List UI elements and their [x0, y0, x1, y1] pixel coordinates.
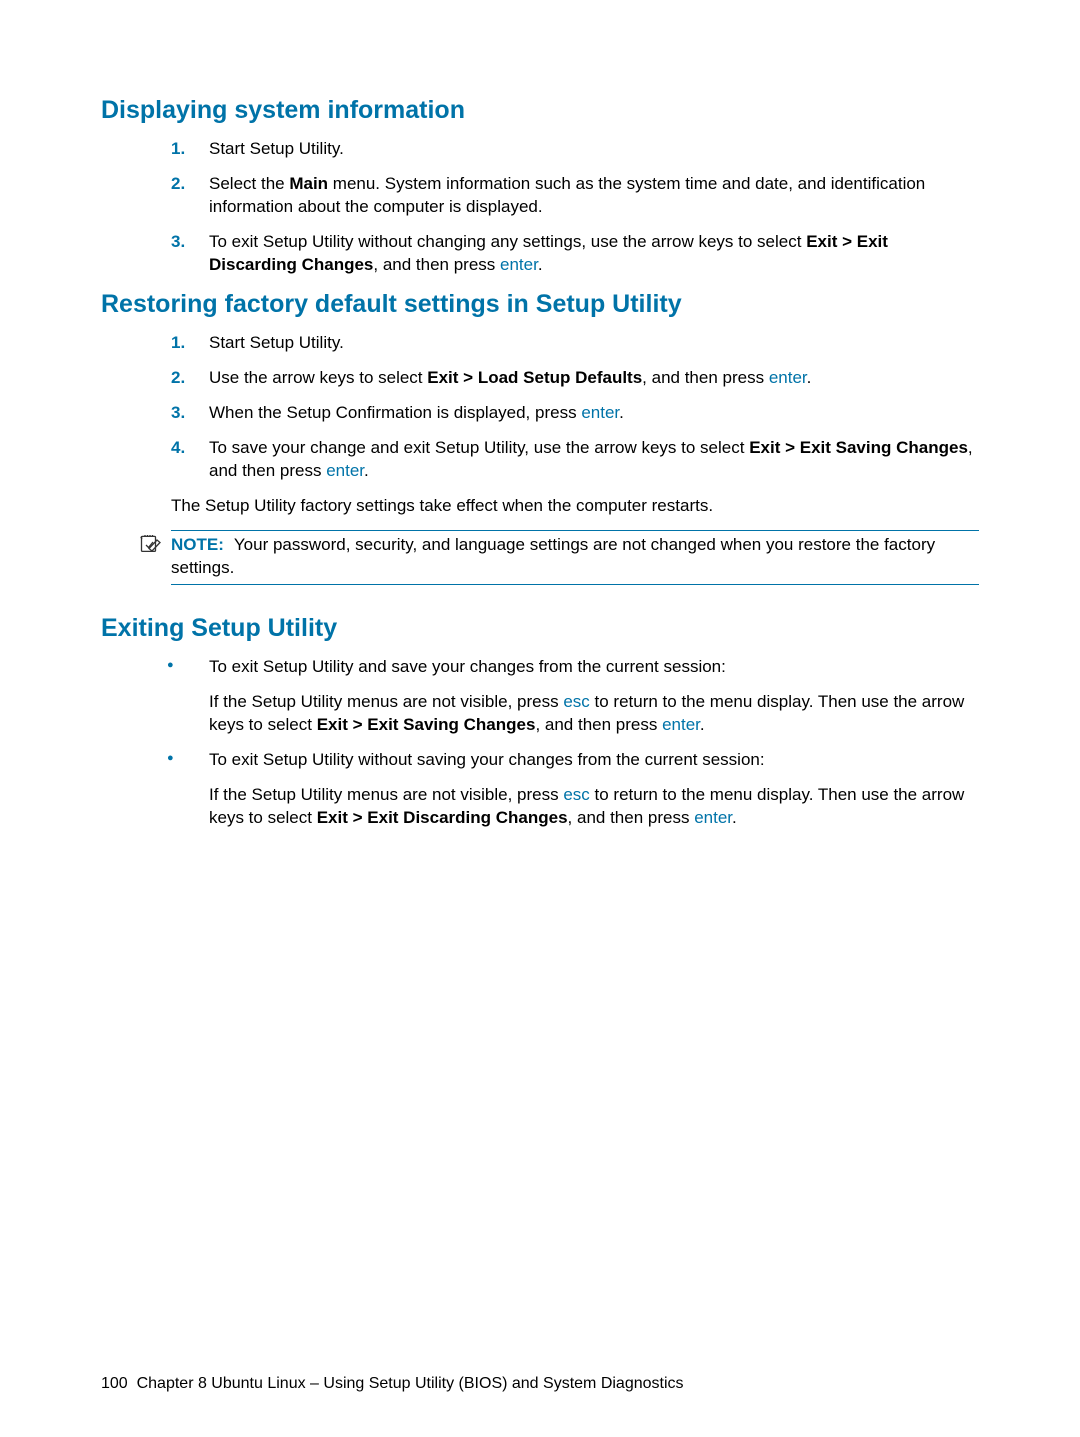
step-text: .	[364, 461, 369, 480]
chapter-title: Chapter 8 Ubuntu Linux – Using Setup Uti…	[137, 1375, 684, 1392]
bullet-list-section3: To exit Setup Utility and save your chan…	[101, 656, 979, 830]
key-esc: esc	[563, 785, 589, 804]
bullet-text: , and then press	[535, 715, 662, 734]
step-text: To save your change and exit Setup Utili…	[209, 438, 749, 457]
step-text: To exit Setup Utility without changing a…	[209, 232, 806, 251]
step-text: Start Setup Utility.	[209, 333, 344, 352]
list-item: 1. Start Setup Utility.	[171, 138, 979, 161]
bullet-text: .	[732, 808, 737, 827]
key-enter: enter	[500, 255, 538, 274]
bullet-text: If the Setup Utility menus are not visib…	[209, 785, 563, 804]
list-item: 3. To exit Setup Utility without changin…	[171, 231, 979, 277]
bullet-text: .	[700, 715, 705, 734]
key-enter: enter	[662, 715, 700, 734]
bullet-text: If the Setup Utility menus are not visib…	[209, 692, 563, 711]
note-icon	[139, 535, 161, 561]
ordered-list-section2: 1. Start Setup Utility. 2. Use the arrow…	[101, 332, 979, 483]
key-enter: enter	[694, 808, 732, 827]
step-text: , and then press	[373, 255, 500, 274]
list-item: 2. Use the arrow keys to select Exit > L…	[171, 367, 979, 390]
step-text: .	[619, 403, 624, 422]
step-text: .	[538, 255, 543, 274]
list-item: 3. When the Setup Confirmation is displa…	[171, 402, 979, 425]
heading-displaying-system-information: Displaying system information	[101, 95, 979, 126]
page-number: 100	[101, 1375, 128, 1392]
note-block: NOTE:Your password, security, and langua…	[171, 530, 979, 585]
bold-text: Exit > Load Setup Defaults	[427, 368, 642, 387]
step-number: 3.	[171, 402, 185, 425]
step-number: 1.	[171, 332, 185, 355]
step-text: Select the	[209, 174, 289, 193]
bullet-lead: To exit Setup Utility without saving you…	[209, 750, 765, 769]
bullet-text: , and then press	[568, 808, 695, 827]
step-text: .	[807, 368, 812, 387]
note-label: NOTE:	[171, 535, 224, 554]
step-text: , and then press	[642, 368, 769, 387]
document-page: Displaying system information 1. Start S…	[0, 0, 1080, 1437]
step-text: Start Setup Utility.	[209, 139, 344, 158]
key-enter: enter	[326, 461, 364, 480]
heading-restoring-factory-defaults: Restoring factory default settings in Se…	[101, 289, 979, 320]
step-text: When the Setup Confirmation is displayed…	[209, 403, 581, 422]
heading-exiting-setup-utility: Exiting Setup Utility	[101, 613, 979, 644]
key-esc: esc	[563, 692, 589, 711]
ordered-list-section1: 1. Start Setup Utility. 2. Select the Ma…	[101, 138, 979, 277]
step-text: Use the arrow keys to select	[209, 368, 427, 387]
step-number: 2.	[171, 173, 185, 196]
note-text: Your password, security, and language se…	[171, 535, 935, 577]
bold-text: Main	[289, 174, 328, 193]
page-footer: 100 Chapter 8 Ubuntu Linux – Using Setup…	[101, 1375, 979, 1393]
paragraph: The Setup Utility factory settings take …	[171, 495, 979, 518]
list-item: To exit Setup Utility without saving you…	[161, 749, 979, 830]
step-number: 2.	[171, 367, 185, 390]
bold-text: Exit > Exit Discarding Changes	[317, 808, 568, 827]
list-item: 4. To save your change and exit Setup Ut…	[171, 437, 979, 483]
step-number: 3.	[171, 231, 185, 254]
list-item: 1. Start Setup Utility.	[171, 332, 979, 355]
step-number: 1.	[171, 138, 185, 161]
bullet-lead: To exit Setup Utility and save your chan…	[209, 657, 726, 676]
key-enter: enter	[769, 368, 807, 387]
list-item: To exit Setup Utility and save your chan…	[161, 656, 979, 737]
bold-text: Exit > Exit Saving Changes	[749, 438, 968, 457]
list-item: 2. Select the Main menu. System informat…	[171, 173, 979, 219]
key-enter: enter	[581, 403, 619, 422]
step-number: 4.	[171, 437, 185, 460]
bold-text: Exit > Exit Saving Changes	[317, 715, 536, 734]
